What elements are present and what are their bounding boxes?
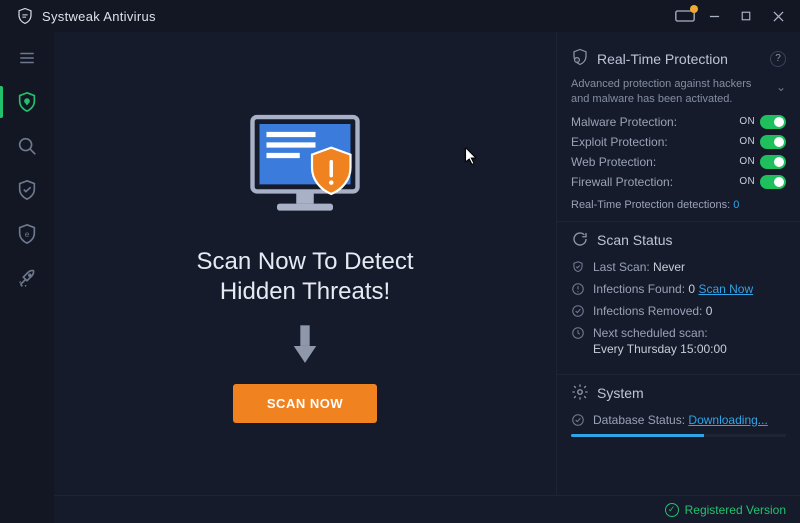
- stat-db-status: Database Status: Downloading...: [571, 412, 786, 428]
- stat-infections-removed: Infections Removed: 0: [571, 303, 786, 319]
- panel-scan-status: Scan Status Last Scan: Never Infections …: [557, 222, 800, 375]
- sidebar: e: [0, 32, 54, 523]
- chevron-down-icon: ⌄: [776, 79, 786, 95]
- panel-realtime-protection: i Real-Time Protection ? Advanced protec…: [557, 40, 800, 222]
- sidebar-item-scan[interactable]: [0, 124, 54, 168]
- center-pane: Scan Now To Detect Hidden Threats! SCAN …: [54, 32, 556, 495]
- toggle-web[interactable]: [760, 155, 786, 169]
- shield-info-icon: i: [571, 48, 589, 69]
- panel-system: System Database Status: Downloading...: [557, 375, 800, 447]
- sidebar-menu-toggle[interactable]: [0, 36, 54, 80]
- title-bar: Systweak Antivirus: [0, 0, 800, 32]
- monitor-illustration: [235, 102, 375, 237]
- advanced-protection-expand[interactable]: Advanced protection against hackers and …: [571, 77, 786, 107]
- main-area: Scan Now To Detect Hidden Threats! SCAN …: [54, 32, 800, 495]
- footer: ✓ Registered Version: [54, 495, 800, 523]
- minimize-button[interactable]: [700, 4, 728, 28]
- app-name: Systweak Antivirus: [42, 9, 674, 24]
- db-progress-bar: [571, 434, 786, 437]
- right-panel: i Real-Time Protection ? Advanced protec…: [556, 32, 800, 495]
- panel-title-scan-status: Scan Status: [597, 232, 673, 248]
- sidebar-item-status[interactable]: [0, 80, 54, 124]
- panel-title-system: System: [597, 385, 644, 401]
- sidebar-item-protection[interactable]: [0, 168, 54, 212]
- close-button[interactable]: [764, 4, 792, 28]
- toggle-firewall[interactable]: [760, 175, 786, 189]
- panel-title-rtp: Real-Time Protection: [597, 51, 728, 67]
- protection-row-firewall: Firewall Protection: ON: [571, 175, 786, 189]
- scan-headline: Scan Now To Detect Hidden Threats!: [175, 247, 435, 307]
- sidebar-item-web[interactable]: e: [0, 212, 54, 256]
- refresh-icon: [571, 230, 589, 251]
- help-icon[interactable]: ?: [770, 51, 786, 67]
- toggle-malware[interactable]: [760, 115, 786, 129]
- scan-now-button[interactable]: SCAN NOW: [233, 384, 377, 423]
- sidebar-item-optimize[interactable]: [0, 256, 54, 300]
- scan-now-link[interactable]: Scan Now: [698, 282, 753, 296]
- db-status-value[interactable]: Downloading...: [688, 413, 767, 427]
- stat-next-scheduled: Next scheduled scan: Every Thursday 15:0…: [571, 325, 786, 357]
- protection-row-malware: Malware Protection: ON: [571, 115, 786, 129]
- toggle-exploit[interactable]: [760, 135, 786, 149]
- rtp-detections: Real-Time Protection detections: 0: [571, 199, 786, 211]
- notification-card-icon[interactable]: [674, 7, 696, 25]
- stat-infections-found: Infections Found: 0 Scan Now: [571, 281, 786, 297]
- protection-row-web: Web Protection: ON: [571, 155, 786, 169]
- protection-row-exploit: Exploit Protection: ON: [571, 135, 786, 149]
- gear-icon: [571, 383, 589, 404]
- stat-last-scan: Last Scan: Never: [571, 259, 786, 275]
- check-circle-icon: ✓: [665, 503, 679, 517]
- arrow-down-icon: [290, 325, 320, 370]
- svg-text:e: e: [25, 230, 30, 239]
- app-logo-icon: [16, 7, 34, 25]
- maximize-button[interactable]: [732, 4, 760, 28]
- registered-label: Registered Version: [685, 503, 786, 517]
